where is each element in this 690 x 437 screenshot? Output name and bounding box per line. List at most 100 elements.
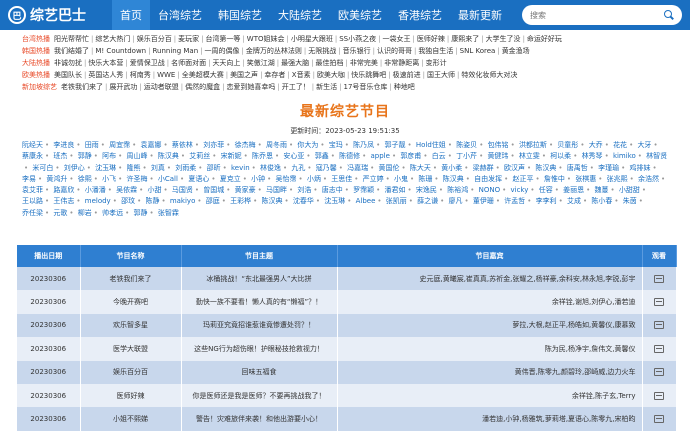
star-tag-link[interactable]: 路嘉欣 (53, 186, 74, 194)
star-tag-link[interactable]: 欧汉声 (504, 164, 525, 172)
star-tag-link[interactable]: 陈姿贝 (456, 141, 477, 149)
star-tag-link[interactable]: 王思佳 (331, 175, 352, 183)
hot-show-link[interactable]: 全美超模大赛 (182, 69, 224, 81)
nav-item[interactable]: 大陆综艺 (270, 0, 330, 30)
star-tag-link[interactable]: 潘君如 (385, 186, 406, 194)
star-tag-link[interactable]: 郭鑫 (315, 152, 329, 160)
hot-show-link[interactable]: 美国队长 (54, 69, 82, 81)
star-tag-link[interactable]: 马国贤 (172, 186, 193, 194)
row-program-link[interactable]: 今晚开赛吧 (80, 290, 182, 314)
site-logo[interactable]: 巴 综艺巴士 (8, 5, 112, 25)
hot-show-link[interactable]: 一周的偶像 (205, 45, 240, 57)
star-tag-link[interactable]: 沈玉琳 (95, 164, 116, 172)
star-tag-link[interactable]: 陈汉典 (535, 164, 556, 172)
watch-icon[interactable] (654, 344, 664, 353)
star-tag-link[interactable]: 吴依霖 (116, 186, 137, 194)
watch-icon[interactable] (654, 321, 664, 330)
hot-row-label[interactable]: 欧美热播 (22, 69, 50, 81)
row-program-link[interactable]: 医师好辣 (80, 383, 182, 408)
star-tag-link[interactable]: 洪都拉斯 (519, 141, 547, 149)
row-topic-link[interactable]: 回味五福食 (181, 360, 338, 384)
star-tag-link[interactable]: NONO (479, 186, 501, 194)
star-tag-link[interactable]: 小鬼 (394, 175, 408, 183)
row-topic-link[interactable]: 冰桶挑战！“东北最强男人”大比拼 (181, 267, 338, 291)
star-tag-link[interactable]: 丁小芹 (456, 152, 477, 160)
star-tag-link[interactable]: 张棋惠 (575, 175, 596, 183)
hot-show-link[interactable]: X音素 (292, 69, 311, 81)
star-tag-link[interactable]: 陈汉典 (262, 197, 283, 205)
star-tag-link[interactable]: 陈乃凤 (353, 141, 374, 149)
hot-row-label[interactable]: 台湾热播 (22, 33, 50, 45)
star-tag-link[interactable]: 余浩然 (638, 175, 659, 183)
hot-show-link[interactable]: 开工了！ (282, 81, 310, 93)
star-tag-link[interactable]: 张智霖 (158, 209, 179, 217)
hot-show-link[interactable]: 医师好辣 (417, 33, 445, 45)
star-tag-link[interactable]: 阿布 (102, 152, 116, 160)
hot-show-link[interactable]: 最佳拍档 (316, 57, 344, 69)
search-icon[interactable] (664, 10, 674, 20)
star-tag-link[interactable]: 宋逸民 (416, 186, 437, 194)
star-tag-link[interactable]: 曾国城 (203, 186, 224, 194)
star-tag-link[interactable]: 徐杰梅 (235, 141, 256, 149)
hot-show-link[interactable]: 国王大师 (427, 69, 455, 81)
star-tag-link[interactable]: 阮经天 (22, 141, 43, 149)
star-tag-link[interactable]: 陈珊 (418, 175, 432, 183)
star-tag-link[interactable]: 陈汉典 (158, 152, 179, 160)
star-tag-link[interactable]: makiyo (170, 197, 196, 205)
star-tag-link[interactable]: 袁艾菲 (22, 186, 43, 194)
star-tag-link[interactable]: 邵玟 (121, 197, 135, 205)
hot-show-link[interactable]: SS小燕之夜 (339, 33, 376, 45)
hot-show-link[interactable]: 爱情保卫战 (130, 57, 165, 69)
star-tag-link[interactable]: 柳岩 (78, 209, 92, 217)
hot-show-link[interactable]: 综艺大热门 (95, 33, 130, 45)
star-tag-link[interactable]: 陈德修 (339, 152, 360, 160)
star-tag-link[interactable]: 夏克立 (220, 175, 241, 183)
star-tag-link[interactable]: 李易 (22, 175, 36, 183)
star-tag-link[interactable]: 帅孝远 (102, 209, 123, 217)
star-tag-link[interactable]: 九孔 (291, 164, 305, 172)
star-tag-link[interactable]: 王伟志 (53, 197, 74, 205)
star-tag-link[interactable]: 詹惟中 (544, 175, 565, 183)
hot-show-link[interactable]: 麦玩家 (178, 33, 199, 45)
star-tag-link[interactable]: 李进良 (53, 141, 74, 149)
star-tag-link[interactable]: 林智贤 (646, 152, 667, 160)
hot-show-link[interactable]: Running Man (152, 45, 198, 57)
nav-item[interactable]: 韩国综艺 (210, 0, 270, 30)
star-tag-link[interactable]: melody (85, 197, 111, 205)
star-tag-link[interactable]: 大牙 (637, 141, 651, 149)
star-tag-link[interactable]: 刘浩 (297, 186, 311, 194)
star-tag-link[interactable]: 张兆熙 (607, 175, 628, 183)
star-tag-link[interactable]: 贝童彤 (557, 141, 578, 149)
star-tag-link[interactable]: 刘真 (151, 164, 165, 172)
hot-show-link[interactable]: 特效化妆师大对决 (461, 69, 517, 81)
hot-show-link[interactable]: 我们结婚了 (54, 45, 89, 57)
star-tag-link[interactable]: 黄鸿升 (46, 175, 67, 183)
row-program-link[interactable]: 欢乐智多星 (80, 313, 182, 338)
star-tag-link[interactable]: 陈乔恩 (252, 152, 273, 160)
hot-show-link[interactable]: 快乐大本营 (88, 57, 123, 69)
star-tag-link[interactable]: 花花 (613, 141, 627, 149)
hot-show-link[interactable]: 英国达人秀 (88, 69, 123, 81)
hot-show-link[interactable]: 非常静距离 (384, 57, 419, 69)
star-tag-link[interactable]: 袁嘉娜 (141, 141, 162, 149)
star-tag-link[interactable]: 邵昕 (207, 164, 221, 172)
hot-show-link[interactable]: 运动者联盟 (144, 81, 179, 93)
star-tag-link[interactable]: 刘亦菲 (203, 141, 224, 149)
star-tag-link[interactable]: 沈春华 (293, 197, 314, 205)
star-tag-link[interactable]: 郭彦甫 (400, 152, 421, 160)
star-tag-link[interactable]: 姜丽恩 (563, 186, 584, 194)
hot-show-link[interactable]: 名师面对面 (171, 57, 206, 69)
star-tag-link[interactable]: 艾成 (567, 197, 581, 205)
star-tag-link[interactable]: 林俊逸 (260, 164, 281, 172)
hot-show-link[interactable]: 康熙来了 (451, 33, 479, 45)
hot-show-link[interactable]: SNL Korea (460, 45, 496, 57)
hot-show-link[interactable]: 命运好好玩 (527, 33, 562, 45)
row-topic-link[interactable]: 警告！灾难旅伴来袭！和他出游要小心！ (181, 407, 338, 431)
hot-show-link[interactable]: M! Countdown (95, 45, 146, 57)
star-tag-link[interactable]: 李瑾瑜 (598, 164, 619, 172)
star-tag-link[interactable]: 陈小春 (591, 197, 612, 205)
hot-show-link[interactable]: 欧美大咖 (317, 69, 345, 81)
star-tag-link[interactable]: 王以路 (22, 197, 43, 205)
star-tag-link[interactable]: 小甜 (148, 186, 162, 194)
hot-show-link[interactable]: 变形计 (426, 57, 447, 69)
